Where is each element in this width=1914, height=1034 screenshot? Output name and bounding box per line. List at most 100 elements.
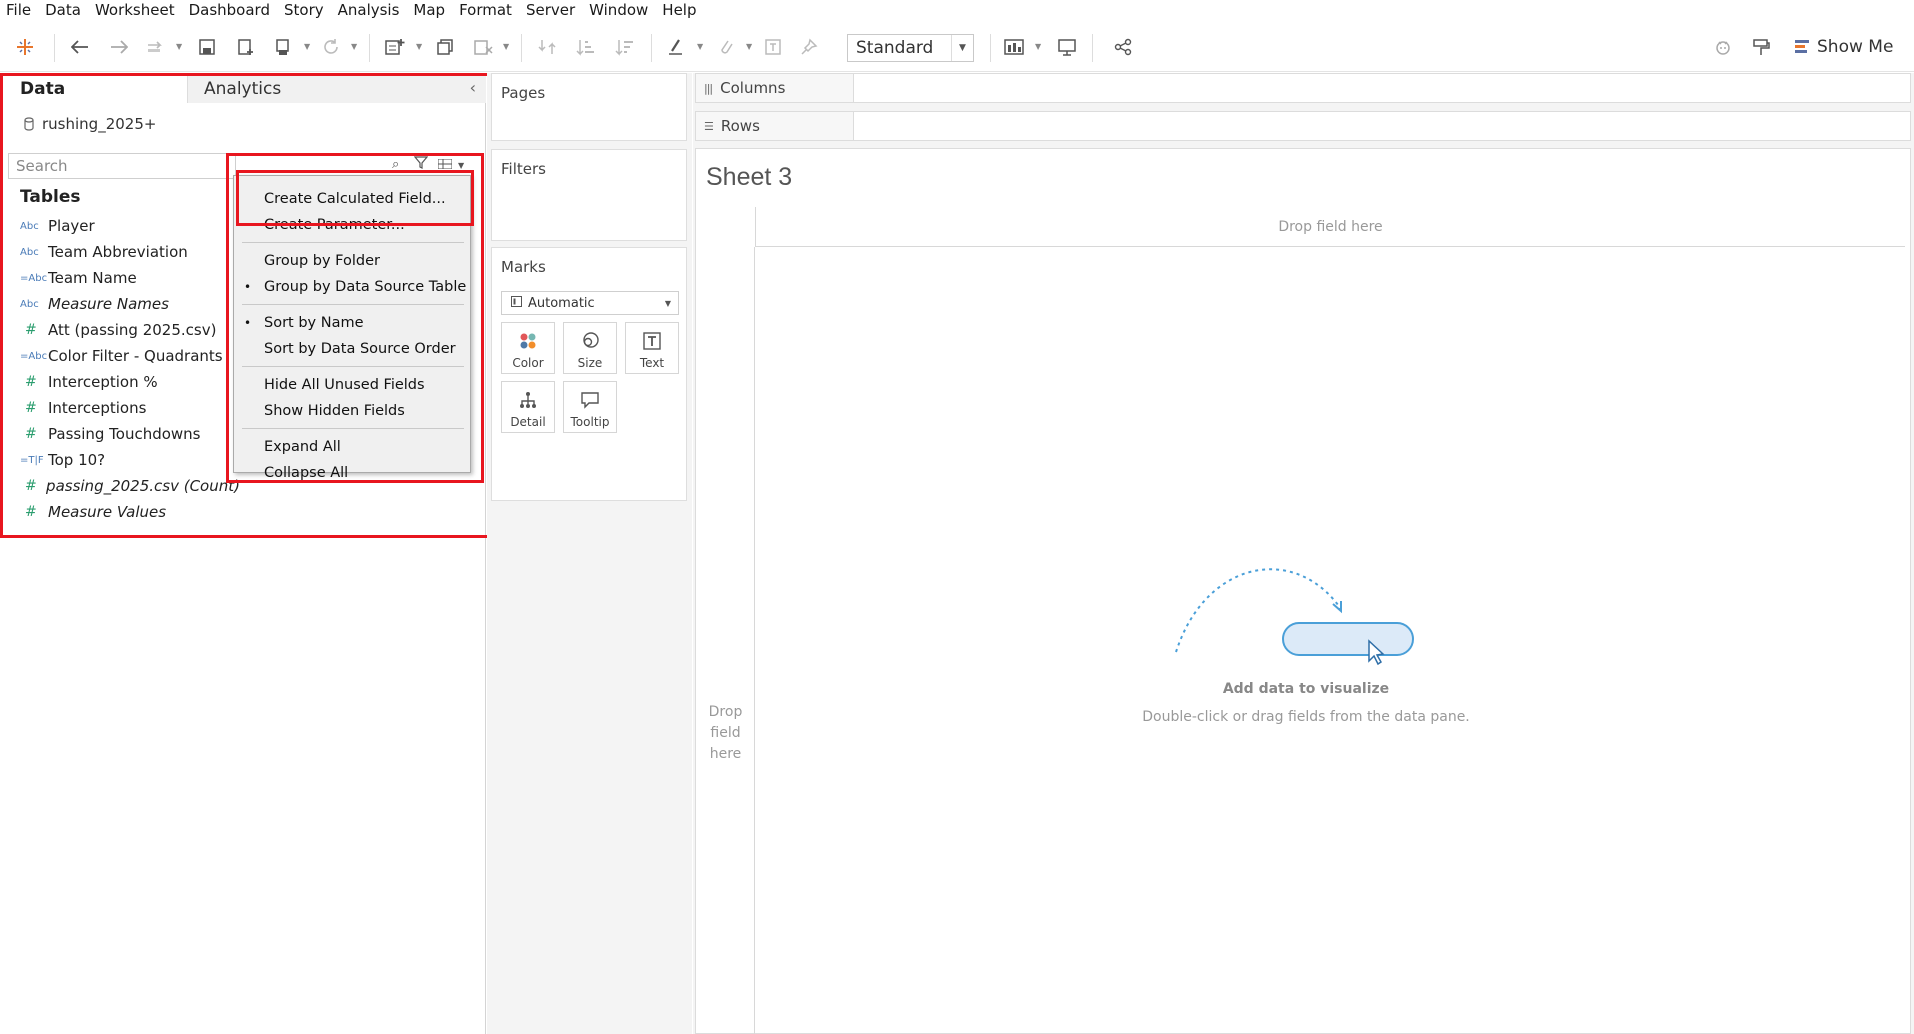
field-item[interactable]: =T|F Top 10? <box>0 447 240 473</box>
menu-item-sort-by-data-source-order[interactable]: Sort by Data Source Order <box>234 336 470 362</box>
menu-item-sort-by-name[interactable]: • Sort by Name <box>234 310 470 336</box>
marks-tooltip-button[interactable]: Tooltip <box>563 381 617 433</box>
menu-item-collapse-all[interactable]: Collapse All <box>234 460 470 486</box>
field-item[interactable]: Abc Measure Names <box>0 291 240 317</box>
new-worksheet-icon[interactable] <box>384 36 406 58</box>
menu-window[interactable]: Window <box>582 0 655 20</box>
data-source-item[interactable]: rushing_2025+ <box>24 113 156 135</box>
clear-dropdown-icon[interactable]: ▼ <box>503 43 511 51</box>
number-field-icon: # <box>25 478 37 494</box>
menu-map[interactable]: Map <box>406 0 452 20</box>
data-source-name: rushing_2025+ <box>42 115 157 133</box>
field-item[interactable]: Abc Team Abbreviation <box>0 239 240 265</box>
filter-icon[interactable] <box>413 155 429 173</box>
chevron-down-icon[interactable]: ▼ <box>458 161 464 170</box>
share-icon[interactable] <box>1112 36 1134 58</box>
new-data-source-icon[interactable] <box>235 36 257 58</box>
pages-card[interactable]: Pages <box>491 73 687 141</box>
field-label: Measure Names <box>48 295 169 313</box>
redo-icon[interactable] <box>108 36 130 58</box>
menu-story[interactable]: Story <box>277 0 331 20</box>
swap-rows-columns-icon[interactable] <box>536 36 558 58</box>
drop-zone-columns[interactable]: Drop field here <box>755 207 1905 247</box>
menu-server[interactable]: Server <box>519 0 582 20</box>
menu-file[interactable]: File <box>0 0 38 20</box>
new-worksheet-dropdown-icon[interactable]: ▼ <box>416 43 424 51</box>
menu-item-group-by-folder[interactable]: Group by Folder <box>234 248 470 274</box>
drop-zone-rows[interactable]: Drop field here <box>696 247 755 1034</box>
show-cards-dropdown-icon[interactable]: ▼ <box>1035 43 1043 51</box>
group-members-icon[interactable] <box>714 36 736 58</box>
toolbar: ▼ ▼ ▼ ▼ ▼ ▼ ▼ Standard ▼ ▼ Show Me <box>0 20 1914 72</box>
show-me-button[interactable]: Show Me <box>1795 35 1893 59</box>
field-item[interactable]: # Measure Values <box>0 499 240 525</box>
menu-item-create-calculated-field[interactable]: Create Calculated Field... <box>234 186 470 212</box>
menu-data[interactable]: Data <box>38 0 88 20</box>
save-icon[interactable] <box>196 36 218 58</box>
sort-descending-icon[interactable] <box>613 36 635 58</box>
pause-dropdown-icon[interactable]: ▼ <box>304 43 312 51</box>
field-label: Player <box>48 217 95 235</box>
highlight-icon[interactable] <box>665 36 687 58</box>
group-dropdown-icon[interactable]: ▼ <box>746 43 754 51</box>
menu-analysis[interactable]: Analysis <box>331 0 407 20</box>
marks-detail-button[interactable]: Detail <box>501 381 555 433</box>
menu-item-expand-all[interactable]: Expand All <box>234 434 470 460</box>
pause-updates-icon[interactable] <box>272 36 294 58</box>
show-cards-icon[interactable] <box>1003 36 1025 58</box>
collapse-pane-icon[interactable]: ‹ <box>470 78 476 97</box>
search-icon[interactable]: ⌕ <box>392 157 399 172</box>
mark-type-select[interactable]: Automatic ▼ <box>501 291 679 315</box>
replay-icon[interactable] <box>145 36 167 58</box>
view-options-icon[interactable] <box>437 157 453 173</box>
marks-color-button[interactable]: Color <box>501 322 555 374</box>
fit-select[interactable]: Standard ▼ <box>847 34 974 62</box>
menu-item-show-hidden-fields[interactable]: Show Hidden Fields <box>234 398 470 424</box>
field-item[interactable]: =Abc Color Filter - Quadrants <box>0 343 240 369</box>
tooltip-icon <box>580 389 600 411</box>
menu-item-create-parameter[interactable]: Create Parameter... <box>234 212 470 238</box>
marks-size-button[interactable]: Size <box>563 322 617 374</box>
search-input[interactable]: Search <box>8 153 236 179</box>
tableau-pulse-icon[interactable] <box>1712 36 1734 58</box>
menu-item-group-by-data-source-table[interactable]: • Group by Data Source Table <box>234 274 470 300</box>
tab-analytics[interactable]: Analytics ‹ <box>187 73 486 103</box>
fix-axes-icon[interactable] <box>798 36 820 58</box>
rows-shelf[interactable]: ☰ Rows <box>695 111 1911 141</box>
undo-icon[interactable] <box>69 36 91 58</box>
duplicate-sheet-icon[interactable] <box>434 36 456 58</box>
field-item[interactable]: # Att (passing 2025.csv) <box>0 317 240 343</box>
menu-help[interactable]: Help <box>655 0 703 20</box>
refresh-dropdown-icon[interactable]: ▼ <box>351 43 359 51</box>
field-item[interactable]: # Interception % <box>0 369 240 395</box>
marks-text-button[interactable]: Text <box>625 322 679 374</box>
field-item[interactable]: # passing_2025.csv (Count) <box>0 473 240 499</box>
show-mark-labels-icon[interactable] <box>762 36 784 58</box>
marks-button-label: Color <box>512 356 544 370</box>
menu-dashboard[interactable]: Dashboard <box>182 0 277 20</box>
field-item[interactable]: # Interceptions <box>0 395 240 421</box>
toolbar-separator <box>521 34 522 62</box>
pane-tabs: Data Analytics ‹ <box>0 73 486 103</box>
field-item[interactable]: Abc Player <box>0 213 240 239</box>
format-painter-icon[interactable] <box>1750 36 1772 58</box>
sort-ascending-icon[interactable] <box>574 36 596 58</box>
rows-shelf-label: ☰ Rows <box>696 112 854 140</box>
presentation-mode-icon[interactable] <box>1056 36 1078 58</box>
tab-data[interactable]: Data <box>0 73 187 103</box>
clear-sheet-icon[interactable] <box>472 36 494 58</box>
field-item[interactable]: =Abc Team Name <box>0 265 240 291</box>
sheet-title[interactable]: Sheet 3 <box>706 163 792 192</box>
rows-shelf-text: Rows <box>720 117 760 135</box>
menu-format[interactable]: Format <box>452 0 519 20</box>
drop-zone-rows-label: Drop field here <box>696 702 755 765</box>
replay-dropdown-icon[interactable]: ▼ <box>176 43 184 51</box>
highlight-dropdown-icon[interactable]: ▼ <box>697 43 705 51</box>
refresh-icon[interactable] <box>320 36 342 58</box>
menu-item-hide-all-unused-fields[interactable]: Hide All Unused Fields <box>234 372 470 398</box>
menu-worksheet[interactable]: Worksheet <box>88 0 182 20</box>
tableau-logo-icon[interactable] <box>14 36 36 58</box>
field-item[interactable]: # Passing Touchdowns <box>0 421 240 447</box>
columns-shelf[interactable]: ||| Columns <box>695 73 1911 103</box>
filters-card[interactable]: Filters <box>491 149 687 241</box>
